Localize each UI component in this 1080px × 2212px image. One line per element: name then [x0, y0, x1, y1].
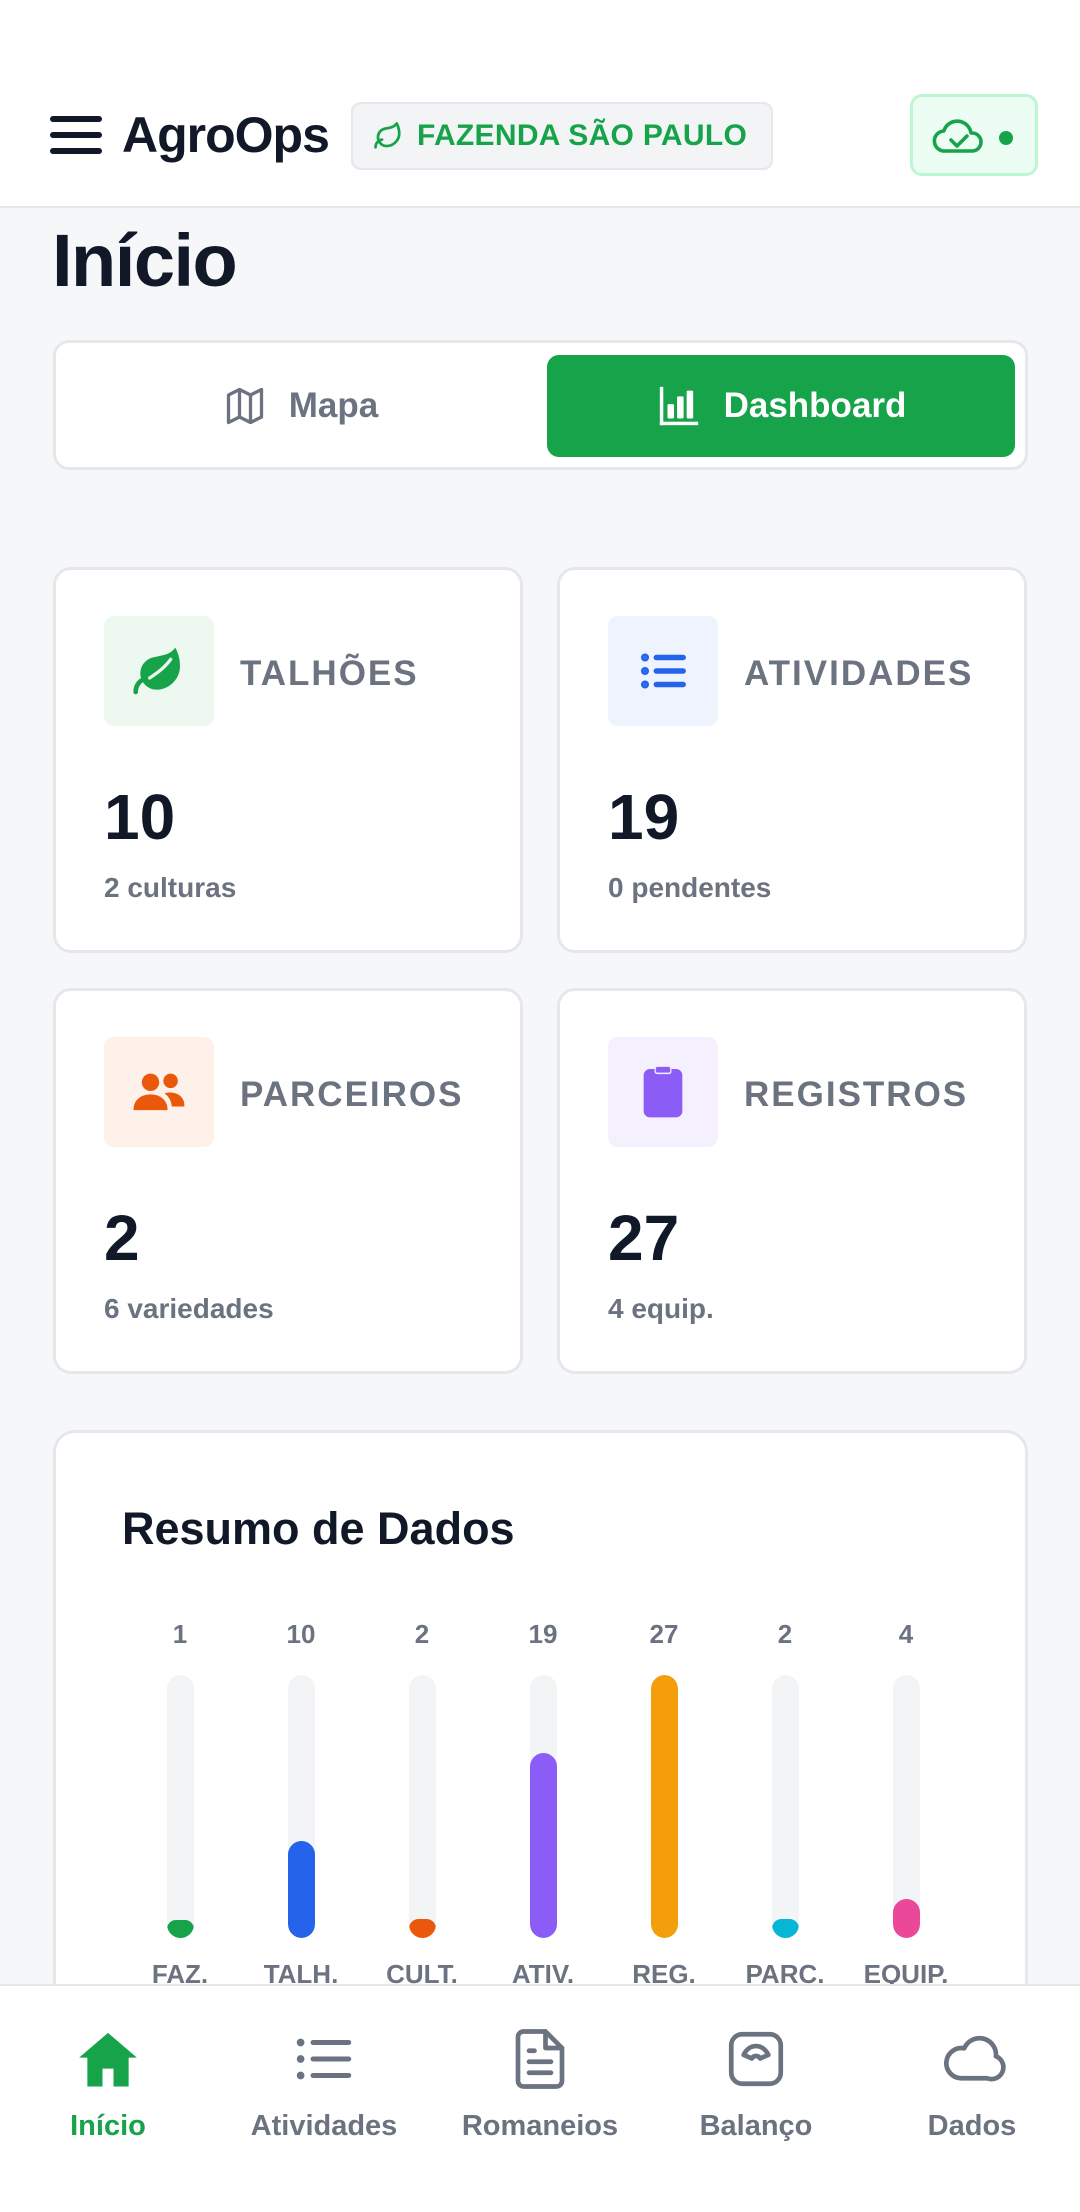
- nav-item-romaneios[interactable]: Romaneios: [432, 1986, 648, 2212]
- stat-label: PARCEIROS: [240, 1075, 464, 1114]
- bar: [530, 1753, 557, 1938]
- stat-value: 10: [104, 781, 176, 853]
- bar: [288, 1841, 315, 1938]
- bar: [772, 1919, 799, 1938]
- tab-dashboard[interactable]: Dashboard: [547, 355, 1015, 457]
- hamburger-icon: [50, 116, 102, 122]
- stat-subtitle: 0 pendentes: [608, 872, 772, 903]
- stat-value: 27: [608, 1202, 680, 1274]
- stat-label: ATIVIDADES: [744, 654, 974, 693]
- tab-dashboard-label: Dashboard: [723, 386, 907, 425]
- stat-value: 2: [104, 1202, 140, 1274]
- nav-label: Início: [70, 2110, 146, 2142]
- stat-label: TALHÕES: [240, 654, 419, 693]
- nav-label: Romaneios: [461, 2110, 619, 2142]
- stat-card-parceiros[interactable]: PARCEIROS 2 6 variedades: [53, 988, 523, 1374]
- bar-track: [409, 1675, 436, 1938]
- map-icon: [226, 387, 263, 425]
- bar-value-label: 2: [414, 1619, 430, 1649]
- farm-name: FAZENDA SÃO PAULO: [417, 119, 748, 152]
- stat-label: REGISTROS: [744, 1075, 969, 1114]
- stat-card-registros[interactable]: REGISTROS 27 4 equip.: [557, 988, 1027, 1374]
- leaf-icon: [133, 647, 180, 695]
- bar-value-label: 10: [286, 1619, 316, 1649]
- bar: [651, 1675, 678, 1938]
- nav-item-atividades[interactable]: Atividades: [216, 1986, 432, 2212]
- bar: [167, 1920, 194, 1938]
- bar: [409, 1919, 436, 1938]
- home-icon: [79, 2032, 137, 2087]
- bar-track: [893, 1675, 920, 1938]
- clipboard-icon: [643, 1065, 683, 1118]
- page-title: Início: [52, 219, 238, 302]
- list-icon: [296, 2038, 352, 2080]
- bar-track: [651, 1675, 678, 1938]
- hamburger-icon-line: [50, 148, 102, 154]
- list-icon: [640, 653, 686, 689]
- bar-track: [288, 1675, 315, 1938]
- stat-card-talhoes[interactable]: TALHÕES 10 2 culturas: [53, 567, 523, 953]
- menu-button[interactable]: [50, 116, 102, 156]
- stat-icon-box: [608, 1037, 718, 1147]
- bar-track: [772, 1675, 799, 1938]
- farm-selector[interactable]: FAZENDA SÃO PAULO: [351, 102, 774, 170]
- nav-item-dados[interactable]: Dados: [864, 1986, 1080, 2212]
- nav-item-inicio[interactable]: Início: [0, 1986, 216, 2212]
- nav-label: Dados: [927, 2110, 1017, 2142]
- sync-status-button[interactable]: [910, 94, 1038, 176]
- app-header: AgroOps FAZENDA SÃO PAULO: [0, 0, 1080, 208]
- nav-label: Atividades: [250, 2110, 398, 2142]
- scale-icon: [728, 2031, 784, 2087]
- bar-value-label: 27: [649, 1619, 679, 1649]
- bar-chart-icon: [659, 386, 698, 426]
- bar-value-label: 19: [528, 1619, 558, 1649]
- bar-value-label: 2: [777, 1619, 793, 1649]
- cloud-icon: [944, 2035, 1006, 2082]
- users-icon: [133, 1073, 185, 1111]
- cloud-check-icon: [932, 119, 983, 153]
- bar-value-label: 1: [172, 1619, 188, 1649]
- sync-status-dot: [999, 131, 1013, 145]
- leaf-icon: [374, 122, 401, 149]
- bottom-nav: Início Atividades Romaneios Balanço Dado…: [0, 1984, 1080, 2212]
- tab-map-label: Mapa: [288, 386, 379, 425]
- tab-map[interactable]: Mapa: [68, 355, 533, 457]
- nav-label: Balanço: [699, 2110, 813, 2142]
- hamburger-icon-line: [50, 132, 102, 138]
- stat-subtitle: 2 culturas: [104, 872, 237, 903]
- stat-subtitle: 6 variedades: [104, 1293, 274, 1324]
- stat-icon-box: [104, 1037, 214, 1147]
- bar-track: [167, 1675, 194, 1938]
- nav-item-balanco[interactable]: Balanço: [648, 1986, 864, 2212]
- stat-subtitle: 4 equip.: [608, 1293, 714, 1324]
- stat-card-atividades[interactable]: ATIVIDADES 19 0 pendentes: [557, 567, 1027, 953]
- bar: [893, 1899, 920, 1938]
- bar-track: [530, 1675, 557, 1938]
- app-name: AgroOps: [122, 107, 330, 163]
- bar-value-label: 4: [898, 1619, 914, 1649]
- document-icon: [515, 2029, 565, 2089]
- stat-icon-box: [608, 616, 718, 726]
- view-toggle: Mapa Dashboard: [53, 340, 1028, 470]
- stat-icon-box: [104, 616, 214, 726]
- stat-value: 19: [608, 781, 680, 853]
